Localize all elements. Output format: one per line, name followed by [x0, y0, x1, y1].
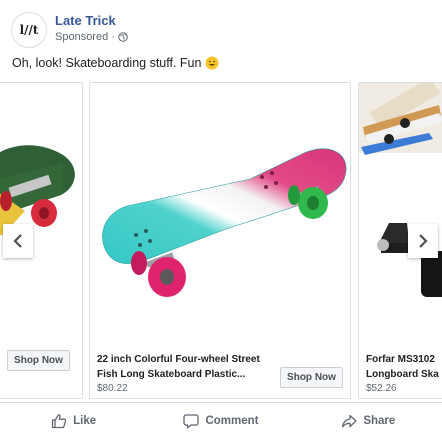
product-price: $52.26 — [366, 383, 397, 394]
smiling-face-emoji — [205, 56, 219, 70]
post-text: Oh, look! Skateboarding stuff. Fun — [12, 56, 219, 70]
card-footer: Shop Now — [0, 344, 82, 398]
chevron-left-icon — [13, 234, 22, 248]
page-name-link[interactable]: Late Trick — [55, 13, 116, 28]
product-title-line-1: 22 inch Colorful Four-wheel Street — [97, 354, 260, 365]
carousel-next-button[interactable] — [408, 224, 438, 258]
comment-label: Comment — [205, 415, 259, 427]
share-button[interactable]: Share — [295, 403, 442, 439]
shop-now-button[interactable]: Shop Now — [7, 350, 70, 371]
share-icon — [342, 414, 357, 428]
post-actions-bar: Like Comment Share — [0, 402, 442, 439]
share-label: Share — [363, 415, 396, 427]
chevron-right-icon — [419, 234, 428, 248]
product-price: $80.22 — [97, 383, 128, 394]
avatar[interactable]: l//t — [11, 12, 47, 48]
product-title-line-2: Longboard Ska — [366, 369, 439, 380]
like-button[interactable]: Like — [0, 403, 147, 439]
post-meta: Sponsored · — [55, 31, 128, 43]
product-title-line-2: Fish Long Skateboard Plastic... — [97, 369, 246, 380]
product-title-line-1: Forfar MS3102 — [366, 354, 435, 365]
product-image-skateboard-green-red[interactable] — [0, 83, 82, 343]
product-image-skateboard-teal-pink[interactable] — [90, 83, 350, 343]
product-image-skateboard-display-rack[interactable] — [359, 83, 442, 343]
card-footer: 22 inch Colorful Four-wheel Street Fish … — [90, 344, 350, 398]
shop-now-button[interactable]: Shop Now — [280, 367, 343, 388]
comment-button[interactable]: Comment — [147, 403, 294, 439]
thumbs-up-icon — [52, 414, 67, 429]
sponsored-label[interactable]: Sponsored — [55, 31, 108, 43]
globe-icon[interactable] — [118, 32, 128, 42]
product-carousel: Shop Now 22 inch Colorful Four-wheel Str… — [0, 82, 442, 400]
card-footer: Forfar MS3102 Longboard Ska $52.26 — [359, 344, 442, 398]
like-label: Like — [73, 415, 97, 427]
post-header: l//t Late Trick Sponsored · — [0, 0, 442, 52]
carousel-prev-button[interactable] — [3, 224, 33, 258]
comment-icon — [183, 414, 200, 429]
product-title[interactable]: Forfar MS3102 Longboard Ska — [366, 352, 439, 382]
meta-separator: · — [111, 31, 115, 43]
product-title[interactable]: 22 inch Colorful Four-wheel Street Fish … — [97, 352, 260, 382]
carousel-card-2[interactable]: 22 inch Colorful Four-wheel Street Fish … — [89, 82, 351, 399]
post-text-content: Oh, look! Skateboarding stuff. Fun — [12, 56, 202, 70]
